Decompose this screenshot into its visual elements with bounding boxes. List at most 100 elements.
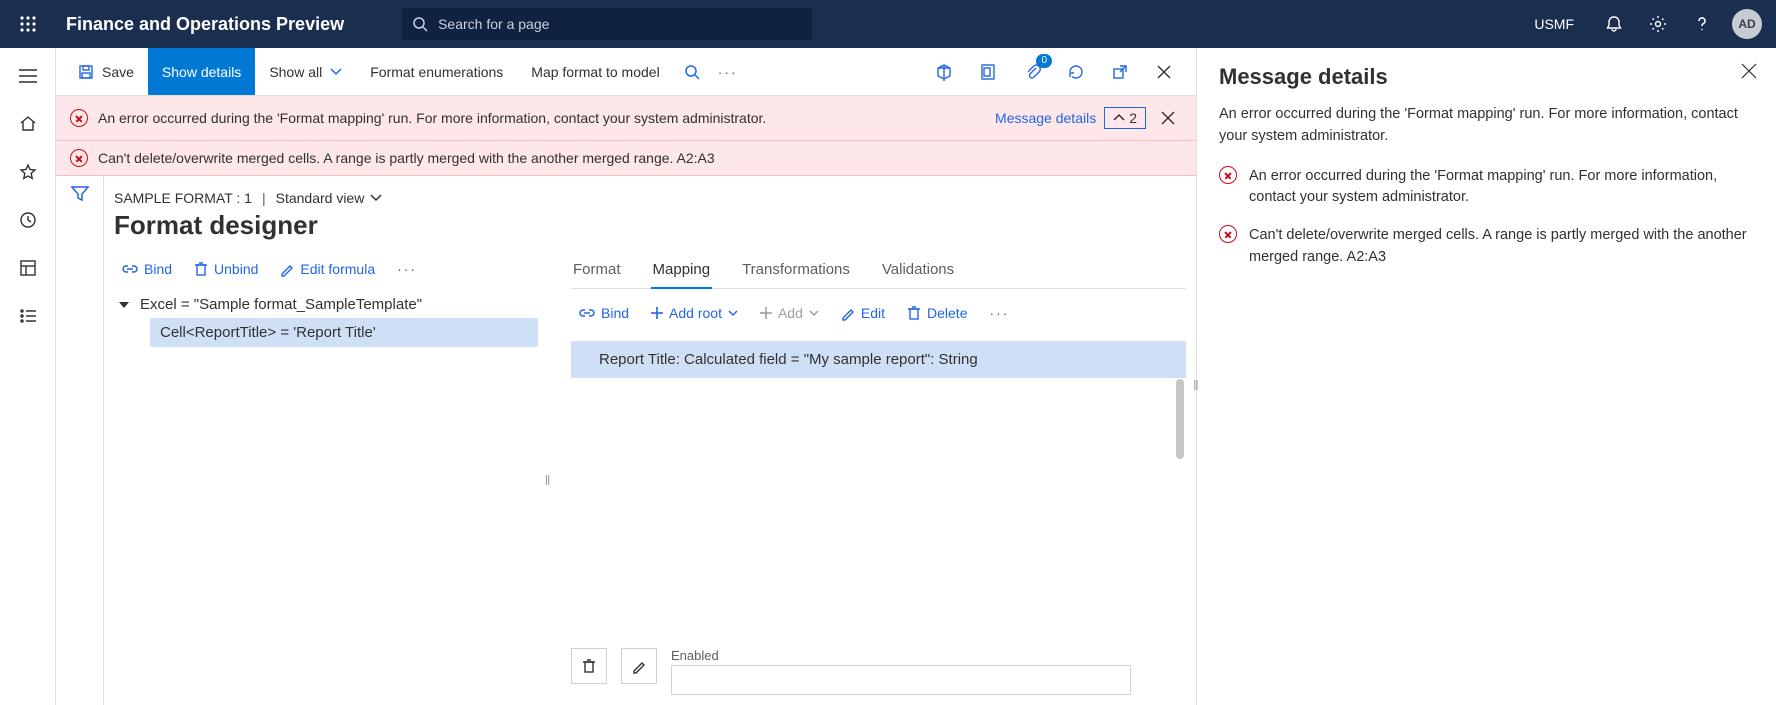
- enabled-input[interactable]: [671, 665, 1131, 695]
- crumb-format: SAMPLE FORMAT : 1: [114, 190, 252, 206]
- tree-child-label: Cell<ReportTitle> = 'Report Title': [160, 324, 376, 341]
- legal-entity[interactable]: USMF: [1518, 16, 1590, 32]
- filter-strip: [56, 176, 104, 705]
- panel-close-icon[interactable]: [1734, 56, 1764, 86]
- filter-icon[interactable]: [71, 186, 89, 705]
- tab-mapping[interactable]: Mapping: [651, 255, 713, 288]
- map-bind-label: Bind: [601, 305, 629, 321]
- panel-message-2: Can't delete/overwrite merged cells. A r…: [1219, 225, 1754, 269]
- workspaces-icon[interactable]: [6, 246, 50, 290]
- banner-count: 2: [1129, 110, 1137, 126]
- map-format-button[interactable]: Map format to model: [517, 48, 673, 95]
- notifications-icon[interactable]: [1594, 4, 1634, 44]
- enabled-label: Enabled: [671, 648, 1131, 663]
- format-enum-label: Format enumerations: [370, 64, 503, 80]
- error-icon: [1219, 225, 1237, 243]
- show-details-button[interactable]: Show details: [148, 48, 255, 95]
- save-label: Save: [102, 64, 134, 80]
- left-nav-rail: [0, 48, 56, 705]
- edit-formula-button[interactable]: Edit formula: [272, 255, 383, 283]
- scrollbar-thumb[interactable]: [1176, 379, 1184, 459]
- search-placeholder: Search for a page: [438, 16, 549, 32]
- user-avatar[interactable]: AD: [1732, 9, 1762, 39]
- action-search-icon[interactable]: [674, 48, 710, 95]
- tab-validations[interactable]: Validations: [880, 255, 956, 288]
- tree-root-label: Excel = "Sample format_SampleTemplate": [140, 296, 422, 313]
- help-icon[interactable]: [1682, 4, 1722, 44]
- unbind-button[interactable]: Unbind: [186, 255, 266, 283]
- edit-button[interactable]: Edit: [833, 299, 893, 327]
- office-addin-icon[interactable]: [924, 52, 964, 92]
- error-icon: [70, 149, 88, 167]
- panel-summary: An error occurred during the 'Format map…: [1219, 104, 1754, 148]
- bind-label: Bind: [144, 261, 172, 277]
- map-bind-button[interactable]: Bind: [571, 299, 637, 327]
- message-banner: An error occurred during the 'Format map…: [56, 96, 1196, 176]
- modules-icon[interactable]: [6, 294, 50, 338]
- action-overflow-icon[interactable]: ···: [710, 48, 746, 95]
- app-title: Finance and Operations Preview: [56, 14, 354, 35]
- top-bar: Finance and Operations Preview Search fo…: [0, 0, 1776, 48]
- action-bar: Save Show details Show all Format enumer…: [56, 48, 1196, 96]
- panel-message-1: An error occurred during the 'Format map…: [1219, 166, 1754, 210]
- message-details-link[interactable]: Message details: [995, 110, 1096, 126]
- recent-icon[interactable]: [6, 198, 50, 242]
- nav-hamburger-icon[interactable]: [6, 54, 50, 98]
- prop-edit-icon[interactable]: [621, 648, 657, 684]
- refresh-icon[interactable]: [1056, 52, 1096, 92]
- edit-formula-label: Edit formula: [300, 261, 375, 277]
- add-button[interactable]: Add: [752, 299, 827, 327]
- panel-msg-2-text: Can't delete/overwrite merged cells. A r…: [1249, 225, 1754, 269]
- tree-caret-icon[interactable]: [118, 300, 130, 310]
- right-overflow-icon[interactable]: ···: [981, 299, 1017, 327]
- view-selector[interactable]: Standard view: [276, 190, 383, 206]
- settings-icon[interactable]: [1638, 4, 1678, 44]
- attachments-badge: 0: [1036, 54, 1052, 68]
- left-overflow-icon[interactable]: ···: [389, 255, 425, 283]
- page-title: Format designer: [114, 210, 1186, 241]
- favorites-icon[interactable]: [6, 150, 50, 194]
- banner-error-2: Can't delete/overwrite merged cells. A r…: [98, 150, 715, 166]
- message-details-panel: Message details An error occurred during…: [1196, 48, 1776, 705]
- tab-transformations[interactable]: Transformations: [740, 255, 852, 288]
- save-button[interactable]: Save: [64, 48, 148, 95]
- error-icon: [1219, 166, 1237, 184]
- mapping-tabs: Format Mapping Transformations Validatio…: [571, 255, 1186, 289]
- view-label: Standard view: [276, 190, 365, 206]
- open-office-icon[interactable]: [968, 52, 1008, 92]
- tab-format[interactable]: Format: [571, 255, 623, 288]
- bind-button[interactable]: Bind: [114, 255, 180, 283]
- mapping-row[interactable]: Report Title: Calculated field = "My sam…: [571, 341, 1186, 378]
- search-box[interactable]: Search for a page: [402, 8, 812, 40]
- edit-label: Edit: [861, 305, 885, 321]
- delete-label: Delete: [927, 305, 967, 321]
- show-all-button[interactable]: Show all: [255, 48, 356, 95]
- format-tree: Excel = "Sample format_SampleTemplate" C…: [114, 291, 538, 347]
- tree-root-row[interactable]: Excel = "Sample format_SampleTemplate": [114, 291, 538, 318]
- add-label: Add: [778, 305, 803, 321]
- home-icon[interactable]: [6, 102, 50, 146]
- banner-close-icon[interactable]: [1154, 104, 1182, 132]
- map-format-label: Map format to model: [531, 64, 659, 80]
- add-root-button[interactable]: Add root: [643, 299, 746, 327]
- popout-icon[interactable]: [1100, 52, 1140, 92]
- error-icon: [70, 109, 88, 127]
- prop-delete-icon[interactable]: [571, 648, 607, 684]
- vertical-splitter[interactable]: ‖: [544, 255, 551, 705]
- tree-child-row[interactable]: Cell<ReportTitle> = 'Report Title': [150, 318, 538, 347]
- format-enumerations-button[interactable]: Format enumerations: [356, 48, 517, 95]
- unbind-label: Unbind: [214, 261, 258, 277]
- panel-title: Message details: [1219, 64, 1754, 90]
- banner-collapse-button[interactable]: 2: [1104, 107, 1146, 129]
- attachments-icon[interactable]: 0: [1012, 52, 1052, 92]
- banner-error-1: An error occurred during the 'Format map…: [98, 110, 766, 126]
- show-all-label: Show all: [269, 64, 322, 80]
- breadcrumb: SAMPLE FORMAT : 1 | Standard view: [114, 190, 1186, 206]
- panel-resize-handle[interactable]: ‖: [1193, 377, 1199, 393]
- close-page-icon[interactable]: [1144, 52, 1184, 92]
- add-root-label: Add root: [669, 305, 722, 321]
- app-launcher-icon[interactable]: [8, 4, 48, 44]
- show-details-label: Show details: [162, 64, 241, 80]
- panel-msg-1-text: An error occurred during the 'Format map…: [1249, 166, 1754, 210]
- delete-button[interactable]: Delete: [899, 299, 975, 327]
